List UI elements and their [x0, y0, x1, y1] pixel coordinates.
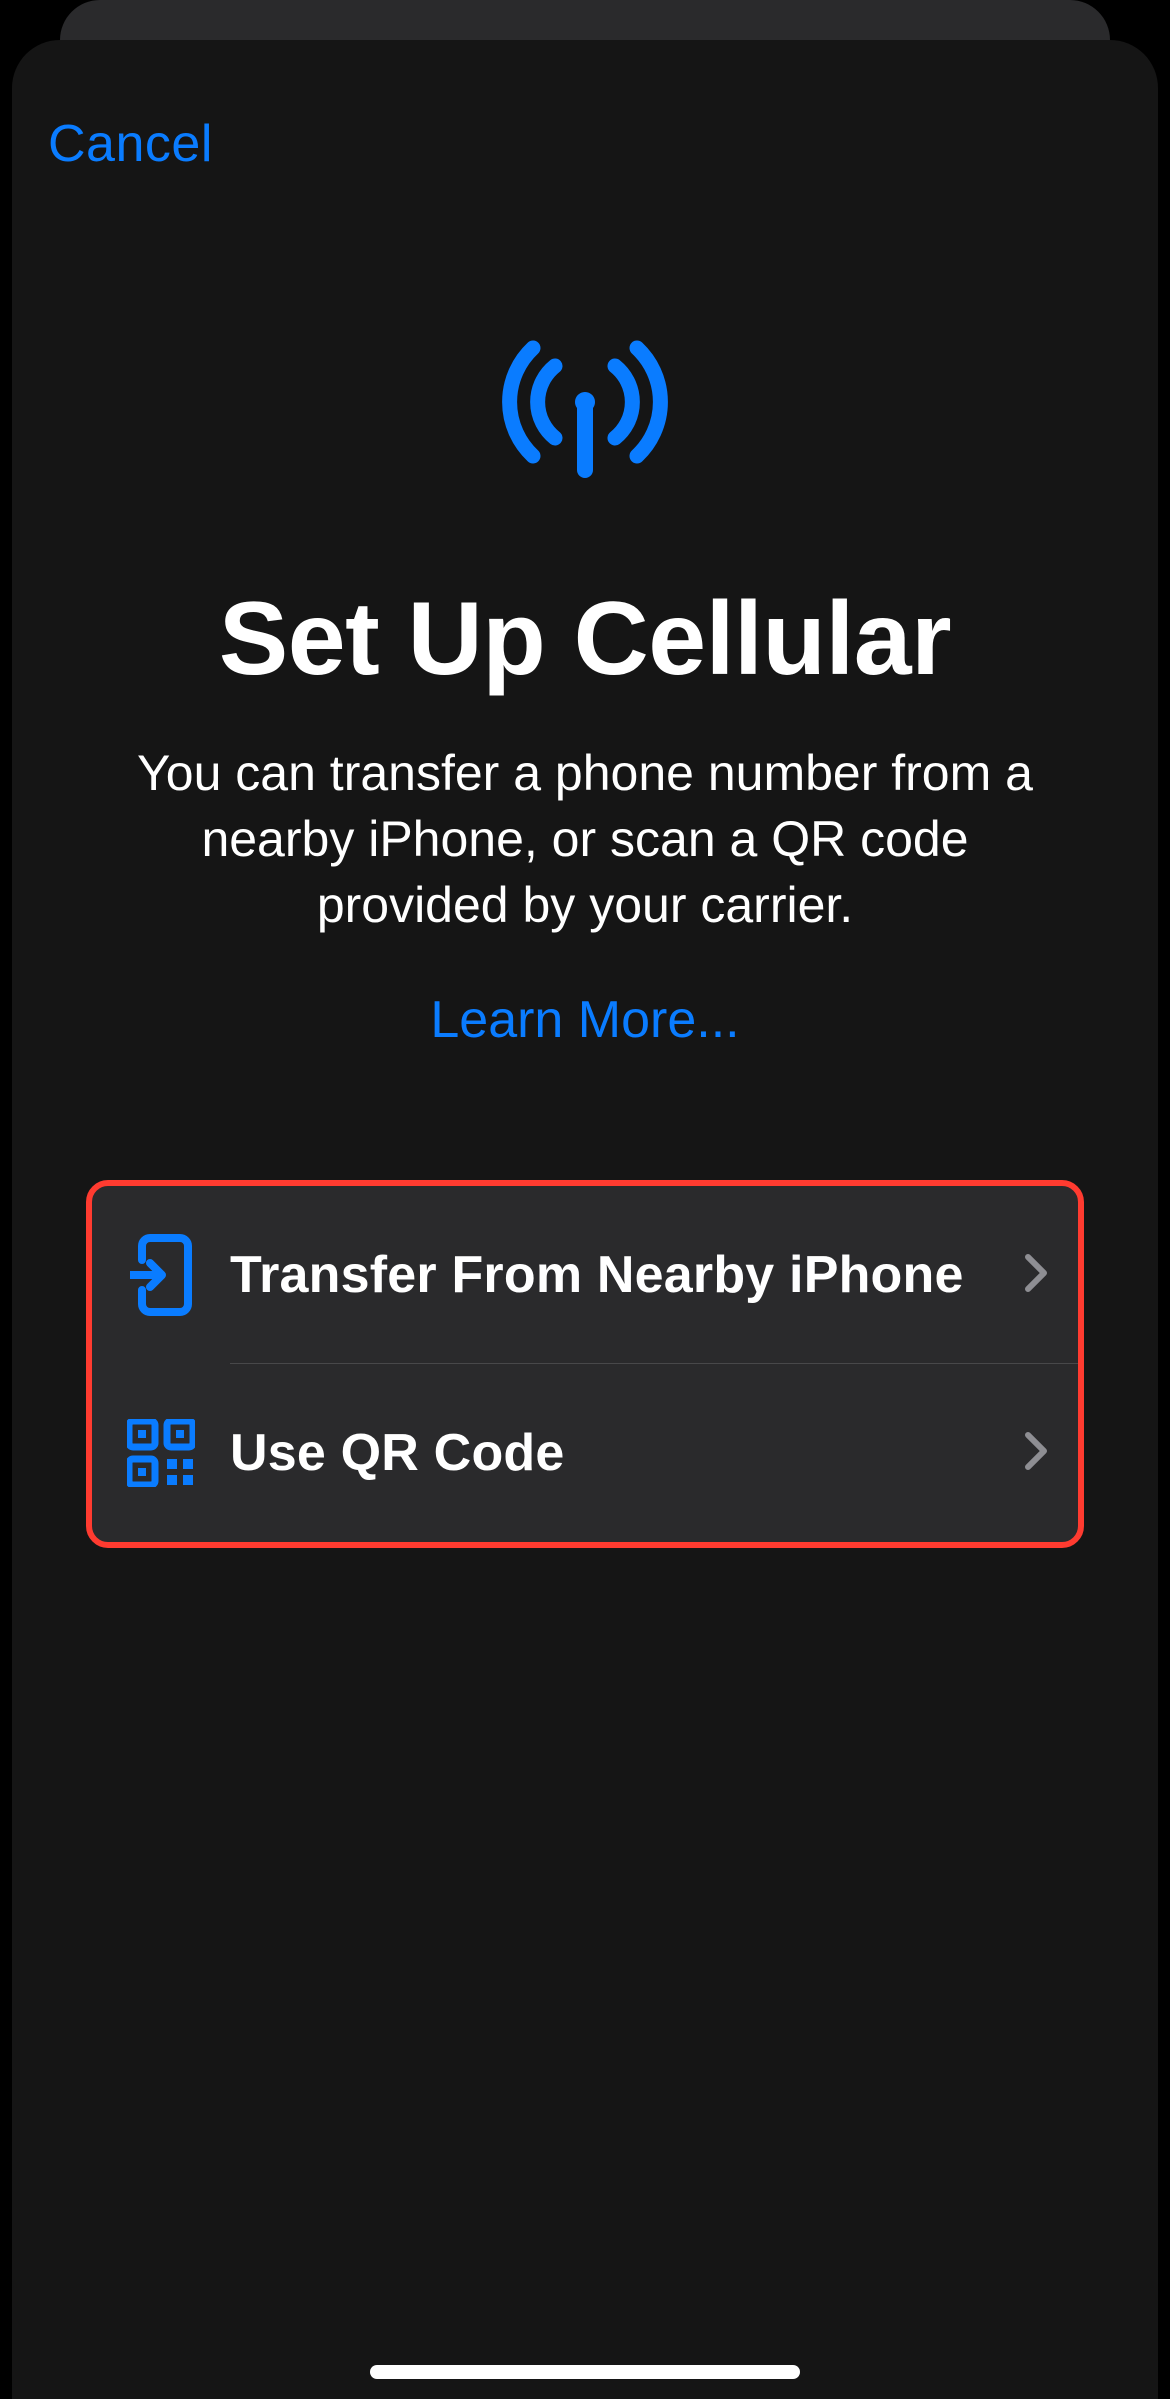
modal-sheet: Cancel Set Up Cellular You can transfer … — [12, 40, 1158, 2399]
qr-code-icon — [116, 1419, 206, 1487]
chevron-right-icon — [1024, 1431, 1048, 1476]
transfer-from-nearby-iphone-row[interactable]: Transfer From Nearby iPhone — [92, 1186, 1078, 1364]
chevron-right-icon — [1024, 1253, 1048, 1298]
options-list: Transfer From Nearby iPhone — [86, 1180, 1084, 1548]
background-sheet — [60, 0, 1110, 40]
row-label: Transfer From Nearby iPhone — [206, 1245, 1024, 1305]
transfer-in-icon — [116, 1234, 206, 1316]
learn-more-link[interactable]: Learn More... — [12, 990, 1158, 1050]
page-subtitle: You can transfer a phone number from a n… — [132, 740, 1038, 938]
use-qr-code-row[interactable]: Use QR Code — [92, 1364, 1078, 1542]
cellular-antenna-icon — [495, 330, 675, 495]
row-label: Use QR Code — [206, 1423, 1024, 1483]
page-title: Set Up Cellular — [12, 580, 1158, 699]
home-indicator[interactable] — [370, 2365, 800, 2379]
cancel-button[interactable]: Cancel — [48, 114, 213, 174]
